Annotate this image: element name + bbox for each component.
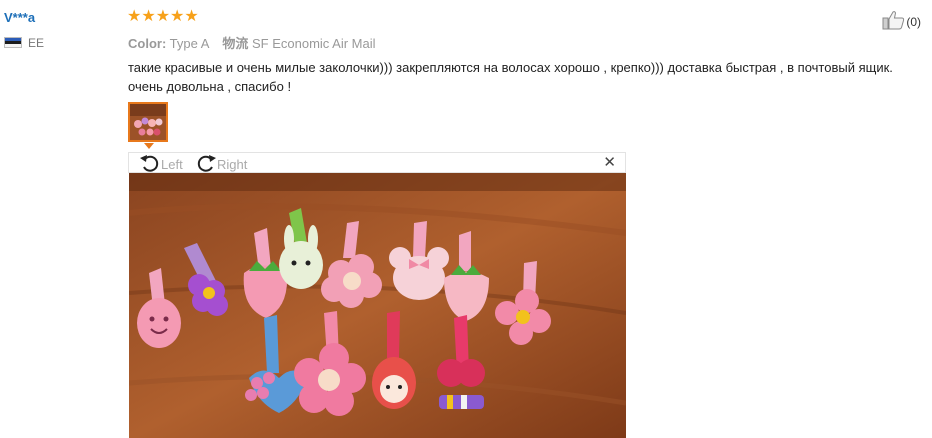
review-photo-thumbnail[interactable] [128,102,168,142]
country-flag-icon [4,37,22,48]
thumbnail-pointer [144,143,154,149]
close-icon[interactable]: ✕ [603,154,616,172]
shipping-value: SF Economic Air Mail [251,36,376,51]
rating-stars: ★★★★★ [127,8,199,25]
order-meta: Color: Type A 物流 SF Economic Air Mail [128,33,376,52]
color-value: Type A [169,36,209,51]
reviewer-name[interactable]: V***a [4,10,35,25]
review-text: такие красивые и очень милые заколочки))… [128,60,893,94]
reviewer-country: EE [28,36,45,50]
rotate-left-label: Left [161,157,183,172]
photo-viewer-toolbar: Left Right ✕ [128,152,626,173]
helpful-count: (0) [906,14,921,29]
helpful-button[interactable]: (0) [882,10,921,33]
shipping-label: 物流 [222,36,249,51]
color-label: Color: [128,36,167,51]
review-photo [129,173,626,438]
thumbs-up-icon[interactable] [882,10,906,33]
rotate-right-label: Right [217,157,248,172]
